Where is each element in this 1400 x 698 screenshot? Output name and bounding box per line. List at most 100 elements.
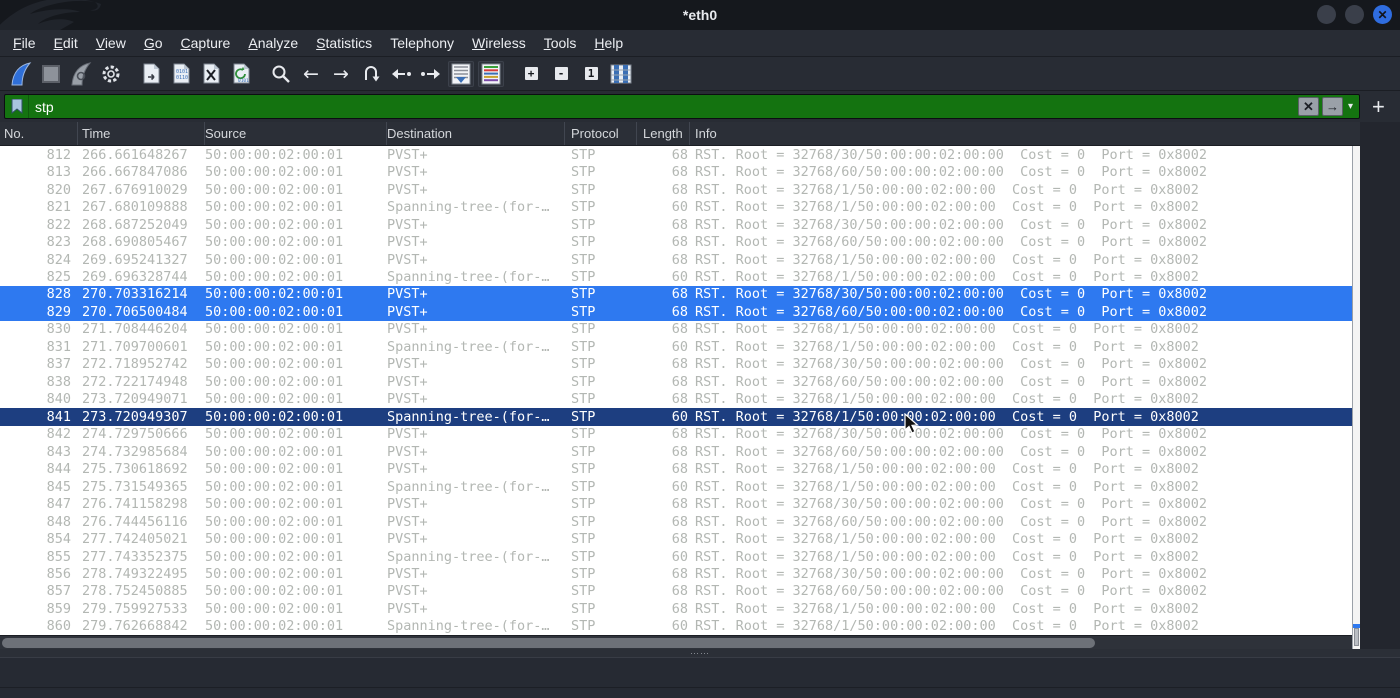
filter-add-button[interactable]: + [1372, 95, 1385, 118]
cell-destination: PVST+ [387, 496, 428, 513]
auto-scroll-icon[interactable] [448, 60, 474, 87]
filter-bookmark-icon[interactable] [5, 95, 29, 118]
filter-dropdown-icon[interactable]: ▾ [1346, 101, 1359, 112]
resize-columns-icon[interactable] [608, 61, 634, 87]
cell-protocol: STP [571, 338, 596, 355]
table-row[interactable]: 857 278.752450885 50:00:00:02:00:01 PVST+ … [0, 583, 1352, 600]
pane-divider [0, 687, 1400, 688]
table-row[interactable]: 824 269.695241327 50:00:00:02:00:01 PVST+ … [0, 251, 1352, 268]
reload-file-icon[interactable]: 0101 [228, 61, 254, 87]
cell-protocol: STP [571, 408, 596, 425]
menu-view[interactable]: View [87, 31, 135, 55]
table-row[interactable]: 860 279.762668842 50:00:00:02:00:01 Spanni… [0, 618, 1352, 635]
table-row[interactable]: 822 268.687252049 50:00:00:02:00:01 PVST+ … [0, 216, 1352, 233]
table-row[interactable]: 854 277.742405021 50:00:00:02:00:01 PVST+ … [0, 530, 1352, 547]
cell-length: 68 [671, 164, 688, 181]
table-row[interactable]: 821 267.680109888 50:00:00:02:00:01 Spanni… [0, 198, 1352, 215]
go-forward-icon[interactable]: → [328, 61, 354, 87]
cell-source: 50:00:00:02:00:01 [205, 583, 344, 600]
normal-size-icon[interactable]: 1 [578, 61, 604, 87]
menu-telephony[interactable]: Telephony [381, 31, 463, 55]
cell-protocol: STP [571, 548, 596, 565]
table-row[interactable]: 838 272.722174948 50:00:00:02:00:01 PVST+ … [0, 373, 1352, 390]
table-row[interactable]: 847 276.741158298 50:00:00:02:00:01 PVST+ … [0, 495, 1352, 512]
table-row[interactable]: 845 275.731549365 50:00:00:02:00:01 Spanni… [0, 478, 1352, 495]
table-row[interactable]: 820 267.676910029 50:00:00:02:00:01 PVST+ … [0, 181, 1352, 198]
stop-capture-icon[interactable] [38, 61, 64, 87]
cell-time: 273.720949307 [82, 408, 188, 425]
cell-time: 274.729750666 [82, 426, 188, 443]
maximize-button[interactable] [1345, 5, 1364, 24]
table-row[interactable]: 828 270.703316214 50:00:00:02:00:01 PVST+ … [0, 285, 1352, 304]
menu-file[interactable]: File [4, 31, 45, 55]
column-header-no[interactable]: No. [0, 122, 78, 145]
menu-statistics[interactable]: Statistics [307, 31, 381, 55]
goto-packet-icon[interactable] [358, 61, 384, 87]
table-row[interactable]: 842 274.729750666 50:00:00:02:00:01 PVST+ … [0, 426, 1352, 443]
packet-details-pane[interactable] [0, 657, 1400, 698]
close-file-icon[interactable] [198, 61, 224, 87]
column-header-destination[interactable]: Destination [387, 122, 565, 145]
menu-capture[interactable]: Capture [172, 31, 240, 55]
open-file-icon[interactable] [138, 61, 164, 87]
filter-clear-icon[interactable]: ✕ [1297, 97, 1319, 116]
table-row[interactable]: 823 268.690805467 50:00:00:02:00:01 PVST+ … [0, 233, 1352, 250]
cell-no: 829 [46, 303, 71, 320]
restart-capture-icon[interactable] [68, 61, 94, 87]
table-row[interactable]: 841 273.720949307 50:00:00:02:00:01 Spanni… [0, 408, 1352, 426]
cell-no: 828 [46, 286, 71, 303]
menu-wireless[interactable]: Wireless [463, 31, 535, 55]
cell-time: 269.695241327 [82, 251, 188, 268]
first-packet-icon[interactable] [388, 61, 414, 87]
svg-text:0101: 0101 [238, 78, 249, 84]
capture-options-icon[interactable] [98, 61, 124, 87]
cell-source: 50:00:00:02:00:01 [205, 565, 344, 582]
menu-edit[interactable]: Edit [45, 31, 87, 55]
table-row[interactable]: 825 269.696328744 50:00:00:02:00:01 Spanni… [0, 268, 1352, 285]
table-row[interactable]: 837 272.718952742 50:00:00:02:00:01 PVST+ … [0, 356, 1352, 373]
menu-help[interactable]: Help [585, 31, 632, 55]
colorize-icon[interactable] [478, 60, 504, 87]
table-row[interactable]: 831 271.709700601 50:00:00:02:00:01 Spanni… [0, 338, 1352, 355]
find-packet-icon[interactable] [268, 61, 294, 87]
table-row[interactable]: 812 266.661648267 50:00:00:02:00:01 PVST+ … [0, 146, 1352, 163]
zoom-out-icon[interactable]: - [548, 61, 574, 87]
table-row[interactable]: 859 279.759927533 50:00:00:02:00:01 PVST+ … [0, 600, 1352, 617]
start-capture-icon[interactable] [8, 61, 34, 87]
table-row[interactable]: 829 270.706500484 50:00:00:02:00:01 PVST+ … [0, 303, 1352, 321]
table-row[interactable]: 840 273.720949071 50:00:00:02:00:01 PVST+ … [0, 391, 1352, 408]
table-row[interactable]: 843 274.732985684 50:00:00:02:00:01 PVST+ … [0, 443, 1352, 460]
close-button[interactable]: ✕ [1373, 5, 1392, 24]
pane-splitter-handle[interactable]: ⋯⋯ [0, 649, 1400, 658]
title-bar[interactable]: *eth0 ✕ [0, 0, 1400, 30]
table-row[interactable]: 848 276.744456116 50:00:00:02:00:01 PVST+ … [0, 513, 1352, 530]
table-row[interactable]: 813 266.667847086 50:00:00:02:00:01 PVST+ … [0, 163, 1352, 180]
column-header-source[interactable]: Source [205, 122, 387, 145]
save-file-icon[interactable]: 0101 0110 [168, 61, 194, 87]
menu-go[interactable]: Go [135, 31, 172, 55]
cell-info: RST. Root = 32768/30/50:00:00:02:00:00 C… [695, 146, 1208, 163]
cell-length: 68 [671, 531, 688, 548]
column-header-protocol[interactable]: Protocol [565, 122, 637, 145]
display-filter-input[interactable]: stp ✕ → ▾ [4, 94, 1360, 119]
column-header-time[interactable]: Time [78, 122, 205, 145]
menu-tools[interactable]: Tools [535, 31, 586, 55]
menu-analyze[interactable]: Analyze [239, 31, 307, 55]
go-back-icon[interactable]: ← [298, 61, 324, 87]
table-row[interactable]: 856 278.749322495 50:00:00:02:00:01 PVST+ … [0, 565, 1352, 582]
cell-time: 272.718952742 [82, 356, 188, 373]
vertical-scrollbar-thumb[interactable] [1354, 628, 1359, 646]
column-header-length[interactable]: Length [637, 122, 690, 145]
vertical-scrollbar[interactable] [1352, 146, 1360, 649]
table-row[interactable]: 830 271.708446204 50:00:00:02:00:01 PVST+ … [0, 321, 1352, 338]
table-row[interactable]: 844 275.730618692 50:00:00:02:00:01 PVST+ … [0, 460, 1352, 477]
horizontal-scrollbar-thumb[interactable] [2, 638, 1095, 648]
cell-info: RST. Root = 32768/60/50:00:00:02:00:00 C… [695, 234, 1208, 251]
filter-apply-icon[interactable]: → [1321, 97, 1343, 116]
column-header-info[interactable]: Info [690, 122, 1360, 145]
zoom-in-icon[interactable]: + [518, 61, 544, 87]
table-row[interactable]: 855 277.743352375 50:00:00:02:00:01 Spanni… [0, 548, 1352, 565]
last-packet-icon[interactable] [418, 61, 444, 87]
minimize-button[interactable] [1317, 5, 1336, 24]
horizontal-scrollbar[interactable] [0, 635, 1352, 649]
